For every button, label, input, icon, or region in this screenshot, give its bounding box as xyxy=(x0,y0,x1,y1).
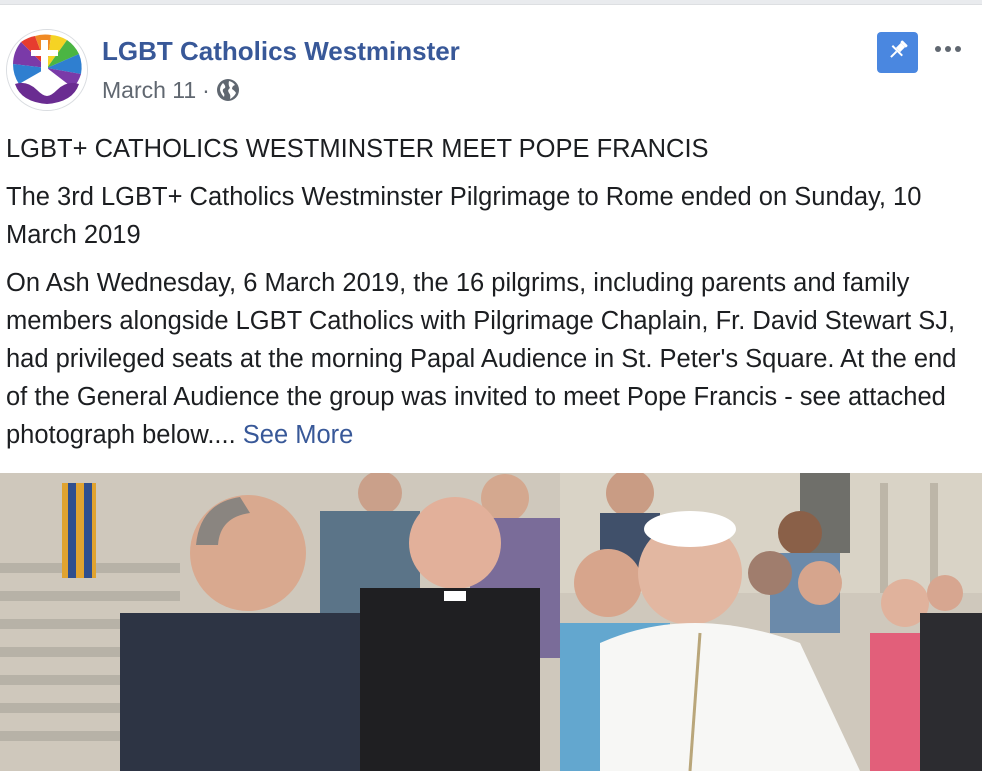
post-date[interactable]: March 11 xyxy=(102,77,196,104)
post-text: LGBT+ CATHOLICS WESTMINSTER MEET POPE FR… xyxy=(6,130,971,465)
pin-button[interactable] xyxy=(877,32,918,73)
page-avatar[interactable] xyxy=(6,29,88,111)
pin-icon xyxy=(885,37,911,68)
globe-icon[interactable] xyxy=(216,78,240,102)
pope-meeting-photo xyxy=(0,473,982,771)
rainbow-cross-hands-logo xyxy=(7,30,87,110)
meta-separator: · xyxy=(202,76,210,103)
see-more-link[interactable]: See More xyxy=(243,421,354,449)
more-options-button[interactable] xyxy=(930,35,966,63)
post-card: LGBT Catholics Westminster March 11 · LG… xyxy=(0,4,982,771)
post-header: LGBT Catholics Westminster March 11 · xyxy=(0,5,982,115)
post-paragraph-2: On Ash Wednesday, 6 March 2019, the 16 p… xyxy=(6,269,957,449)
more-options-icon xyxy=(935,46,941,52)
post-paragraph-2-wrapper: On Ash Wednesday, 6 March 2019, the 16 p… xyxy=(6,264,971,454)
post-photo[interactable] xyxy=(0,473,982,771)
post-meta: March 11 · xyxy=(102,75,240,105)
page-name-link[interactable]: LGBT Catholics Westminster xyxy=(102,36,460,67)
post-paragraph-1: The 3rd LGBT+ Catholics Westminster Pilg… xyxy=(6,183,922,249)
post-title: LGBT+ CATHOLICS WESTMINSTER MEET POPE FR… xyxy=(6,135,709,163)
